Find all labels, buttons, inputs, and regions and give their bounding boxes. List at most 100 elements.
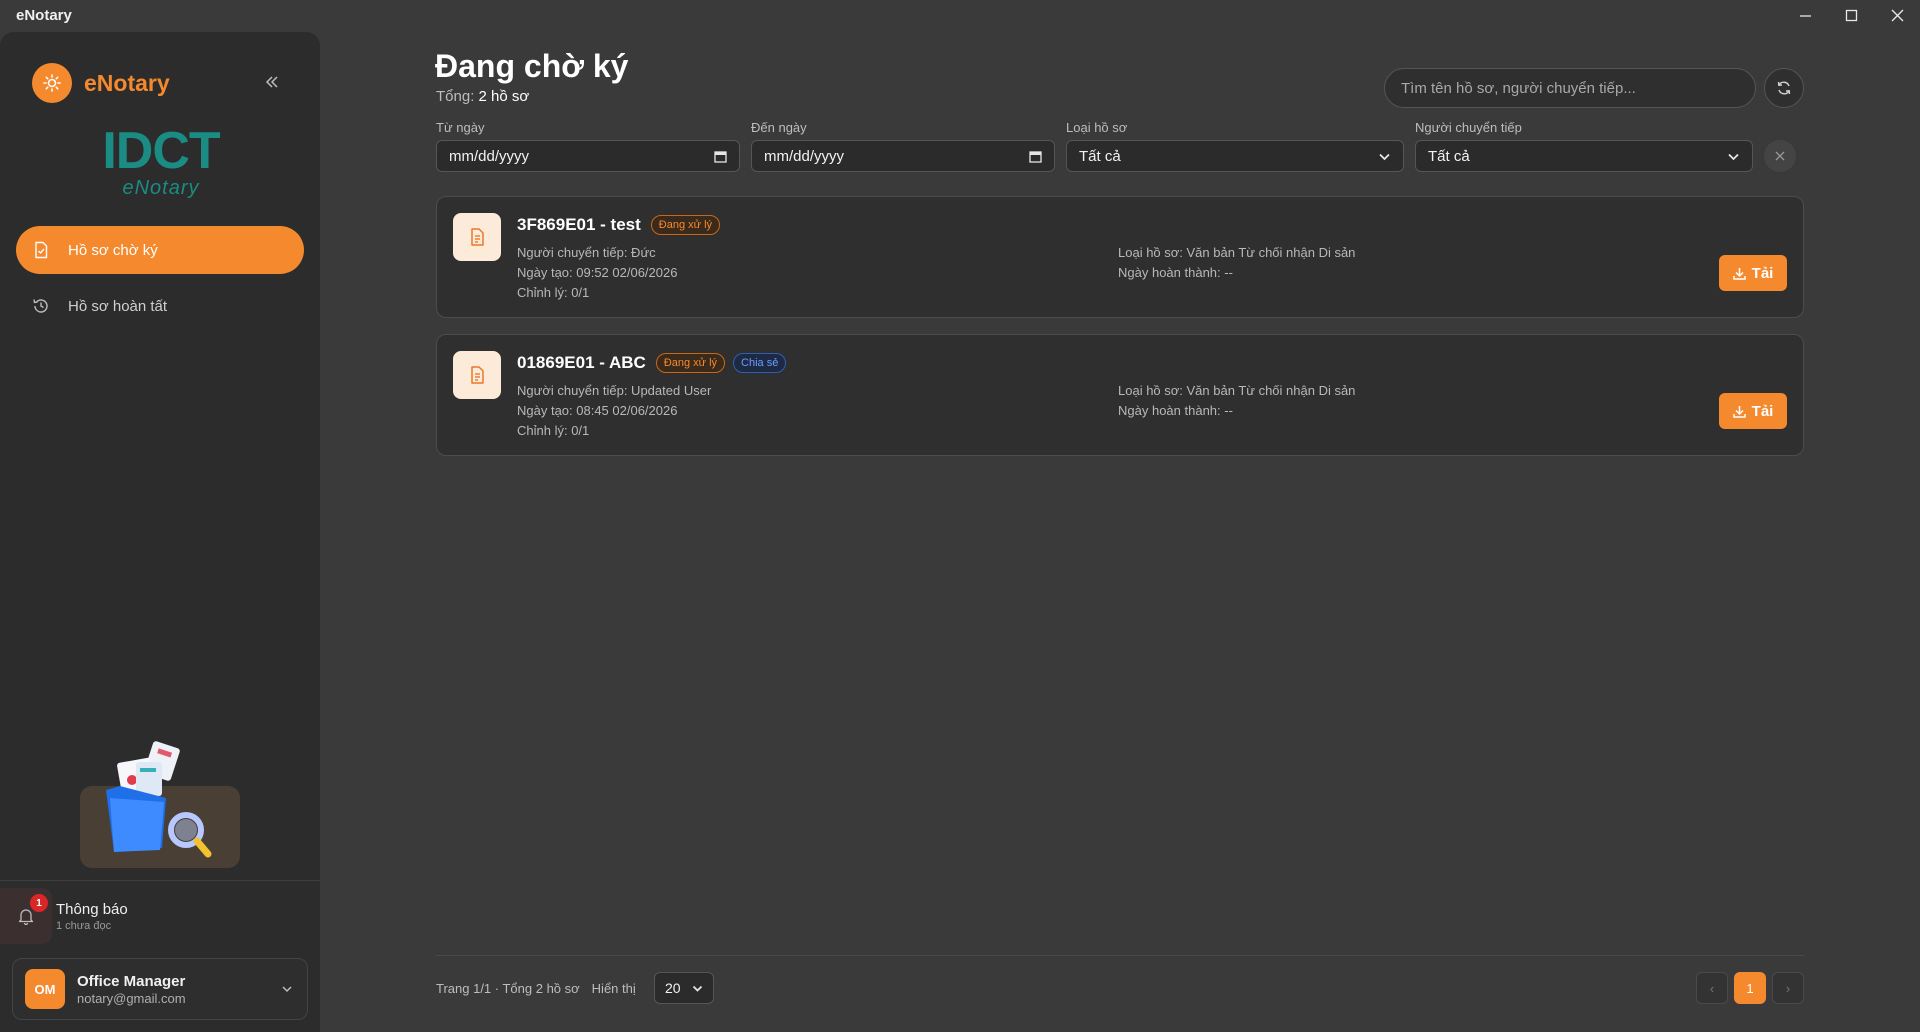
window-controls xyxy=(1782,0,1920,30)
calendar-icon[interactable] xyxy=(1029,150,1042,163)
history-icon xyxy=(33,299,48,313)
filter-to-date: Đến ngày mm/dd/yyyy xyxy=(751,120,1055,172)
close-button[interactable] xyxy=(1874,0,1920,30)
record-edits: Chỉnh lý: 0/1 xyxy=(517,285,590,300)
brand: eNotary xyxy=(32,62,170,104)
record-completed: Ngày hoàn thành: -- xyxy=(1118,265,1233,280)
notification-bell[interactable]: 1 xyxy=(0,888,52,944)
notifications-entry[interactable]: 1 Thông báo 1 chưa đọc xyxy=(0,888,320,944)
from-date-input[interactable]: mm/dd/yyyy xyxy=(436,140,740,172)
folder-search-illustration xyxy=(80,738,240,868)
chevron-down-icon xyxy=(692,985,703,992)
total-label: Tổng: xyxy=(436,88,475,105)
from-date-value: mm/dd/yyyy xyxy=(449,147,530,165)
record-title: 01869E01 - ABC xyxy=(517,353,646,372)
page-info: Trang 1/1 · Tổng 2 hồ sơ xyxy=(436,980,580,996)
record-edits: Chỉnh lý: 0/1 xyxy=(517,423,590,438)
filter-label: Từ ngày xyxy=(436,120,485,135)
record-meta-right: Loại hồ sơ: Văn bản Từ chối nhận Di sản … xyxy=(1118,381,1355,421)
to-date-input[interactable]: mm/dd/yyyy xyxy=(751,140,1055,172)
collapse-sidebar-button[interactable] xyxy=(258,68,286,96)
status-badge: Đang xử lý xyxy=(655,353,726,373)
download-icon xyxy=(1732,405,1746,418)
avatar: OM xyxy=(25,969,65,1009)
record-created: Ngày tạo: 09:52 02/06/2026 xyxy=(517,265,678,280)
chevron-down-icon xyxy=(1728,153,1739,160)
record-forwarder: Người chuyển tiếp: Updated User xyxy=(517,383,712,398)
chevron-down-icon xyxy=(282,986,292,993)
sidebar-item-pending[interactable]: Hồ sơ chờ ký xyxy=(16,226,304,274)
idct-logo: IDCT eNotary xyxy=(96,124,226,204)
sun-icon xyxy=(43,74,61,92)
total-value: 2 hồ sơ xyxy=(478,88,530,105)
record-title-row: 01869E01 - ABC Đang xử lý Chia sẻ xyxy=(517,351,787,375)
notification-subtitle: 1 chưa đọc xyxy=(56,919,112,932)
user-name: Office Manager xyxy=(77,972,186,990)
refresh-button[interactable] xyxy=(1764,68,1804,108)
record-type: Loại hồ sơ: Văn bản Từ chối nhận Di sản xyxy=(1118,245,1356,260)
record-title-row: 3F869E01 - test Đang xử lý xyxy=(517,213,721,237)
page-size-select[interactable]: 20 xyxy=(654,972,714,1004)
record-type: Loại hồ sơ: Văn bản Từ chối nhận Di sản xyxy=(1118,383,1356,398)
page-size-value: 20 xyxy=(665,980,681,996)
next-page-button[interactable]: › xyxy=(1772,972,1804,1004)
record-card[interactable]: 01869E01 - ABC Đang xử lý Chia sẻ Người … xyxy=(436,334,1804,456)
record-type-select[interactable]: Tất cả xyxy=(1066,140,1404,172)
record-icon xyxy=(453,351,501,399)
clear-filters-button[interactable] xyxy=(1764,140,1796,172)
download-button[interactable]: Tải xyxy=(1719,255,1787,291)
prev-page-button[interactable]: ‹ xyxy=(1696,972,1728,1004)
logo-sub-text: eNotary xyxy=(122,177,200,199)
minimize-icon xyxy=(1799,14,1811,17)
document-check-icon xyxy=(35,241,48,259)
maximize-icon xyxy=(1845,9,1857,21)
record-icon xyxy=(453,213,501,261)
close-icon xyxy=(1891,9,1903,21)
close-icon xyxy=(1775,151,1785,161)
user-menu[interactable]: OM Office Manager notary@gmail.com xyxy=(12,958,308,1020)
minimize-button[interactable] xyxy=(1782,0,1828,30)
search-input[interactable] xyxy=(1384,68,1756,108)
user-email: notary@gmail.com xyxy=(77,990,186,1006)
shared-badge: Chia sẻ xyxy=(733,353,787,373)
record-meta-left: Người chuyển tiếp: Đức Ngày tạo: 09:52 0… xyxy=(517,243,677,303)
record-meta-left: Người chuyển tiếp: Updated User Ngày tạo… xyxy=(517,381,711,441)
sidebar-divider xyxy=(0,880,320,881)
filter-from-date: Từ ngày mm/dd/yyyy xyxy=(436,120,740,172)
logo-main-text: IDCT xyxy=(102,122,220,180)
forwarder-value: Tất cả xyxy=(1428,147,1470,165)
sidebar: eNotary IDCT eNotary Hồ sơ chờ ký Hồ sơ … xyxy=(0,32,320,1032)
page-button-current[interactable]: 1 xyxy=(1734,972,1766,1004)
chevron-down-icon xyxy=(1379,153,1390,160)
maximize-button[interactable] xyxy=(1828,0,1874,30)
download-button[interactable]: Tải xyxy=(1719,393,1787,429)
download-icon xyxy=(1732,267,1746,280)
record-forwarder: Người chuyển tiếp: Đức xyxy=(517,245,656,260)
user-info: Office Manager notary@gmail.com xyxy=(77,973,267,1006)
user-menu-toggle[interactable] xyxy=(267,983,307,995)
record-meta-right: Loại hồ sơ: Văn bản Từ chối nhận Di sản … xyxy=(1118,243,1355,283)
sidebar-item-completed[interactable]: Hồ sơ hoàn tất xyxy=(16,282,304,330)
window-title: eNotary xyxy=(16,6,72,24)
brand-logo xyxy=(32,63,72,103)
folder-search-icon xyxy=(106,741,212,858)
chevrons-left-icon xyxy=(265,76,278,88)
refresh-icon xyxy=(1777,81,1791,95)
sidebar-item-label: Hồ sơ hoàn tất xyxy=(68,297,168,315)
document-icon xyxy=(471,228,484,246)
page-size-label: Hiển thị xyxy=(591,980,636,996)
filter-forwarder: Người chuyển tiếp Tất cả xyxy=(1415,120,1753,172)
forwarder-select[interactable]: Tất cả xyxy=(1415,140,1753,172)
to-date-value: mm/dd/yyyy xyxy=(764,147,845,165)
notification-text: Thông báo 1 chưa đọc xyxy=(56,901,128,932)
filter-record-type: Loại hồ sơ Tất cả xyxy=(1066,120,1404,172)
notification-title: Thông báo xyxy=(56,900,128,918)
record-card[interactable]: 3F869E01 - test Đang xử lý Người chuyển … xyxy=(436,196,1804,318)
calendar-icon[interactable] xyxy=(714,150,727,163)
sidebar-nav: Hồ sơ chờ ký Hồ sơ hoàn tất xyxy=(16,226,304,338)
footer-divider xyxy=(436,955,1804,956)
record-title: 3F869E01 - test xyxy=(517,215,641,234)
filter-label: Loại hồ sơ xyxy=(1066,120,1128,135)
status-badge: Đang xử lý xyxy=(650,215,721,235)
document-icon xyxy=(471,366,484,384)
